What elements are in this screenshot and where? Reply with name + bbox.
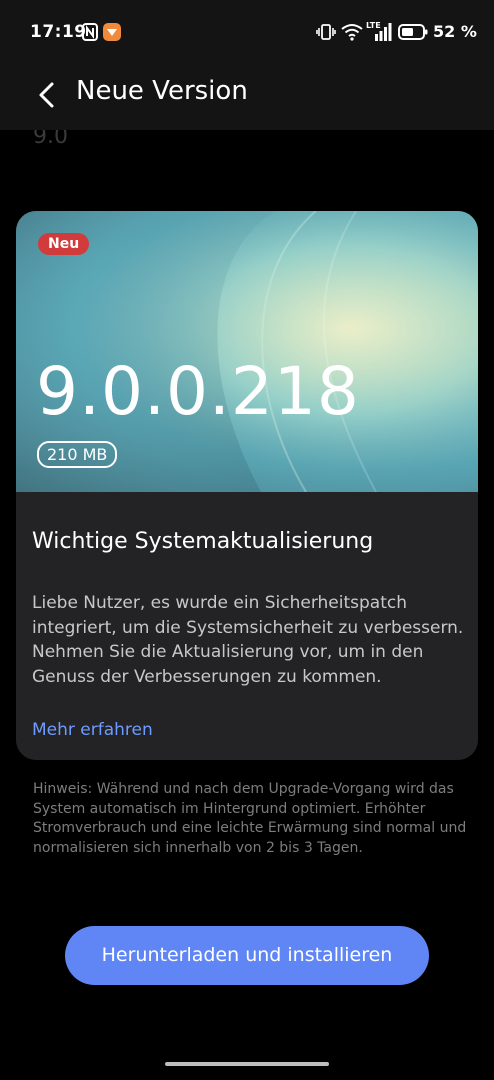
version-number: 9.0.0.218 xyxy=(36,353,360,430)
new-badge: Neu xyxy=(38,233,90,255)
update-title: Wichtige Systemaktualisierung xyxy=(32,529,374,554)
update-description: Liebe Nutzer, es wurde ein Sicherheitspa… xyxy=(32,593,464,687)
battery-icon xyxy=(398,24,428,40)
page-title: Neue Version xyxy=(76,76,248,106)
battery-percent: 52 % xyxy=(433,22,477,41)
download-size-badge: 210 MB xyxy=(37,441,118,468)
download-install-button[interactable]: Herunterladen und installieren xyxy=(65,926,429,985)
learn-more-link[interactable]: Mehr erfahren xyxy=(32,720,153,740)
signal-icon xyxy=(375,23,392,41)
home-indicator[interactable] xyxy=(165,1062,329,1066)
app-notification-icon xyxy=(103,23,121,41)
version-banner: Neu 9.0.0.218 210 MB xyxy=(16,211,478,492)
app-bar: Neue Version xyxy=(0,62,494,130)
nfc-icon xyxy=(82,23,98,41)
status-bar: 17:19 LTE 52 % xyxy=(0,0,494,62)
wifi-icon xyxy=(341,24,363,41)
back-button[interactable] xyxy=(34,80,62,110)
update-card: Neu 9.0.0.218 210 MB Wichtige Systemaktu… xyxy=(16,211,478,760)
status-time: 17:19 xyxy=(30,22,87,42)
vibrate-icon xyxy=(316,24,336,40)
upgrade-hint-text: Hinweis: Während und nach dem Upgrade-Vo… xyxy=(33,781,467,856)
